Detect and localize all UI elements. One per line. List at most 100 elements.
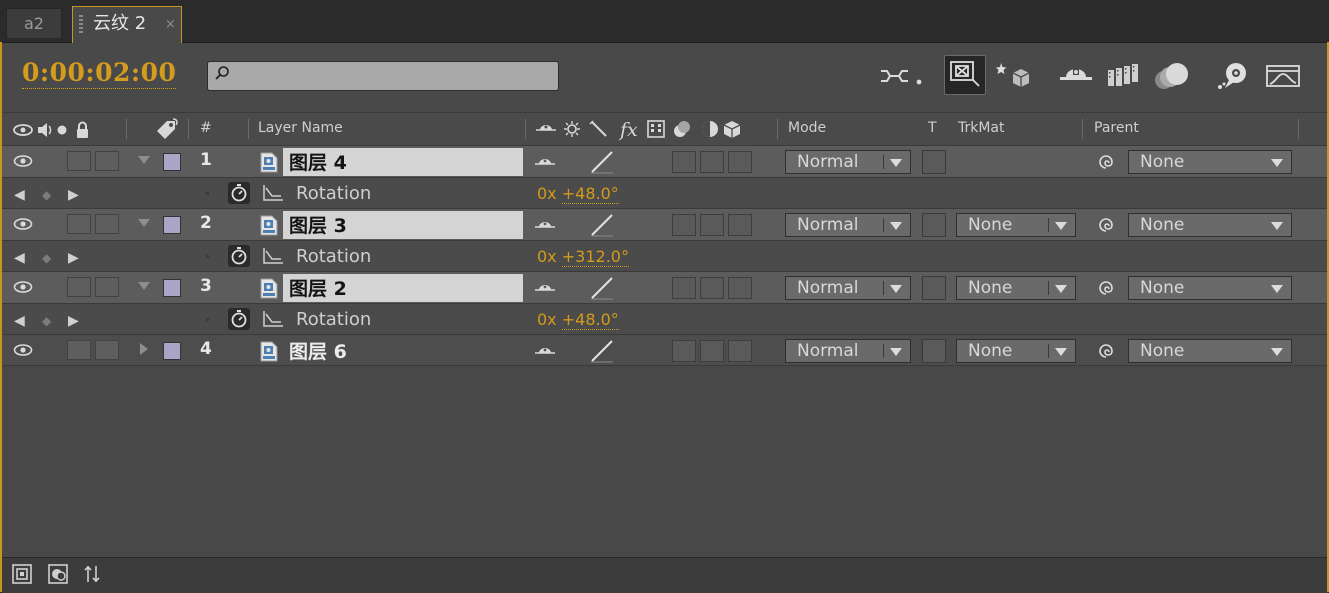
composition-flowchart-icon[interactable]	[878, 60, 924, 92]
eye-icon[interactable]	[13, 217, 33, 231]
motion-blur-switch[interactable]	[672, 151, 696, 173]
parent-dropdown[interactable]: None	[1128, 276, 1292, 300]
frame-blending-icon[interactable]	[1106, 60, 1142, 92]
twirl-down-icon[interactable]	[138, 219, 150, 227]
twirl-right-icon[interactable]	[140, 343, 148, 355]
degrees-value[interactable]: +312.0°	[561, 247, 629, 267]
motion-blur-switch[interactable]	[672, 214, 696, 236]
3d-layer-switch[interactable]	[728, 214, 752, 236]
brainstorm-icon[interactable]	[1214, 60, 1254, 92]
shy-switch-icon[interactable]	[534, 344, 556, 358]
layer-row[interactable]: 2 图层 3 Normal None None	[2, 208, 1327, 240]
label-color-swatch[interactable]	[163, 216, 181, 234]
tab-a2[interactable]: a2	[6, 8, 62, 38]
quality-switch-icon[interactable]	[589, 213, 615, 237]
layer-row[interactable]: 3 图层 2 Normal None None	[2, 271, 1327, 303]
stopwatch-icon[interactable]	[228, 182, 250, 204]
layer-switches-header-icons[interactable]: fx	[534, 118, 754, 140]
current-time-display[interactable]: 0:00:02:00	[22, 58, 177, 89]
close-icon[interactable]: ×	[165, 8, 176, 42]
search-input[interactable]	[207, 61, 559, 91]
layer-row[interactable]: 4 图层 6 Normal None None	[2, 334, 1327, 366]
lock-switch[interactable]	[95, 277, 119, 297]
stopwatch-icon[interactable]	[228, 245, 250, 267]
motion-blur-switch[interactable]	[672, 277, 696, 299]
next-keyframe-icon[interactable]: ▶	[68, 313, 79, 329]
3d-layer-switch[interactable]	[728, 151, 752, 173]
preserve-transparency-checkbox[interactable]	[922, 276, 946, 300]
label-color-swatch[interactable]	[163, 153, 181, 171]
adjustment-layer-switch[interactable]	[700, 277, 724, 299]
label-color-swatch[interactable]	[163, 342, 181, 360]
3d-layer-switch[interactable]	[728, 277, 752, 299]
eye-icon[interactable]	[13, 280, 33, 294]
solo-switch[interactable]	[67, 340, 91, 360]
twirl-down-icon[interactable]	[138, 156, 150, 164]
adjustment-layer-switch[interactable]	[700, 340, 724, 362]
layer-row[interactable]: 1 图层 4 Normal None	[2, 145, 1327, 177]
preserve-transparency-checkbox[interactable]	[922, 213, 946, 237]
adjustment-layer-switch[interactable]	[700, 151, 724, 173]
eye-icon[interactable]	[13, 154, 33, 168]
quality-switch-icon[interactable]	[589, 339, 615, 363]
column-trkmat[interactable]: TrkMat	[958, 120, 1005, 136]
degrees-value[interactable]: +48.0°	[561, 310, 619, 330]
lock-switch[interactable]	[95, 151, 119, 171]
tab-grip-icon[interactable]	[79, 15, 83, 33]
graph-icon[interactable]	[262, 310, 284, 328]
shy-switch-icon[interactable]	[534, 218, 556, 232]
preserve-transparency-checkbox[interactable]	[922, 339, 946, 363]
in-out-toggle-icon[interactable]	[82, 564, 102, 584]
pickwhip-icon[interactable]	[1097, 217, 1115, 233]
quality-switch-icon[interactable]	[589, 150, 615, 174]
draft-3d-icon[interactable]	[944, 55, 986, 95]
3d-layer-icon[interactable]	[996, 60, 1032, 92]
next-keyframe-icon[interactable]: ▶	[68, 187, 79, 203]
layer-list-empty-area[interactable]	[2, 365, 1327, 558]
motion-blur-switch[interactable]	[672, 340, 696, 362]
graph-editor-icon[interactable]	[1264, 60, 1304, 92]
degrees-value[interactable]: +48.0°	[561, 184, 619, 204]
add-keyframe-icon[interactable]: ◆	[42, 251, 51, 265]
add-keyframe-icon[interactable]: ◆	[42, 314, 51, 328]
adjustment-layer-switch[interactable]	[700, 214, 724, 236]
parent-dropdown[interactable]: None	[1128, 213, 1292, 237]
graph-icon[interactable]	[262, 247, 284, 265]
preserve-transparency-checkbox[interactable]	[922, 150, 946, 174]
shy-switch-icon[interactable]	[534, 281, 556, 295]
shy-switch-icon[interactable]	[534, 155, 556, 169]
pickwhip-icon[interactable]	[1097, 343, 1115, 359]
blend-mode-dropdown[interactable]: Normal	[785, 339, 911, 363]
twirl-down-icon[interactable]	[138, 282, 150, 290]
column-layer-name[interactable]: Layer Name	[258, 120, 343, 136]
column-t[interactable]: T	[928, 120, 937, 136]
track-matte-dropdown[interactable]: None	[956, 276, 1076, 300]
revolutions-value[interactable]: 0x	[537, 184, 557, 203]
pickwhip-icon[interactable]	[1097, 280, 1115, 296]
parent-dropdown[interactable]: None	[1128, 150, 1292, 174]
next-keyframe-icon[interactable]: ▶	[68, 250, 79, 266]
motion-blur-icon[interactable]	[1152, 60, 1190, 92]
blend-mode-dropdown[interactable]: Normal	[785, 150, 911, 174]
track-matte-dropdown[interactable]: None	[956, 339, 1076, 363]
revolutions-value[interactable]: 0x	[537, 310, 557, 329]
graph-icon[interactable]	[262, 184, 284, 202]
add-keyframe-icon[interactable]: ◆	[42, 188, 51, 202]
solo-switch[interactable]	[67, 151, 91, 171]
layer-name[interactable]: 图层 6	[289, 337, 347, 364]
prev-keyframe-icon[interactable]: ◀	[14, 250, 25, 266]
blend-mode-dropdown[interactable]: Normal	[785, 276, 911, 300]
lock-switch[interactable]	[95, 214, 119, 234]
track-matte-dropdown[interactable]: None	[956, 213, 1076, 237]
blend-mode-dropdown[interactable]: Normal	[785, 213, 911, 237]
transfer-controls-icon[interactable]	[48, 564, 68, 584]
column-parent[interactable]: Parent	[1094, 120, 1139, 136]
property-value[interactable]: 0x +48.0°	[537, 310, 619, 330]
column-mode[interactable]: Mode	[788, 120, 826, 136]
revolutions-value[interactable]: 0x	[537, 247, 557, 266]
property-value[interactable]: 0x +48.0°	[537, 184, 619, 204]
shy-layers-icon[interactable]	[1058, 60, 1094, 92]
pickwhip-icon[interactable]	[1097, 154, 1115, 170]
layer-switches-icon[interactable]	[12, 564, 32, 584]
eye-icon[interactable]	[13, 343, 33, 357]
